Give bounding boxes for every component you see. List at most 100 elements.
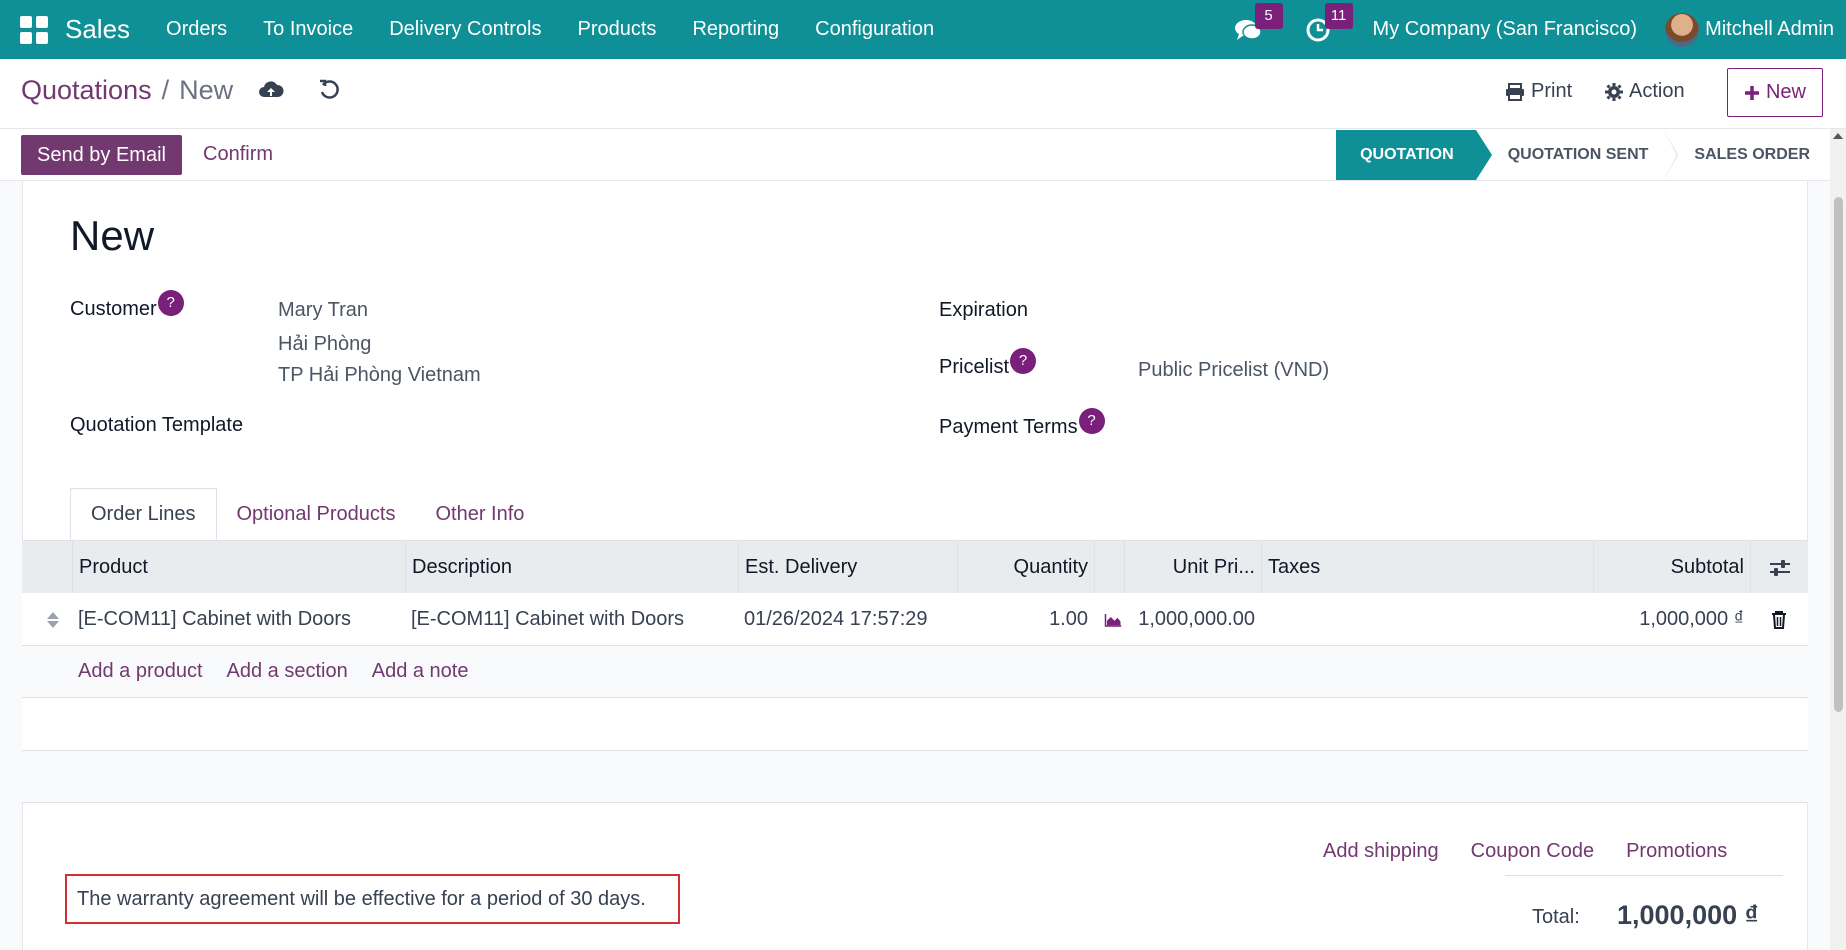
menu-delivery-controls[interactable]: Delivery Controls: [371, 18, 559, 41]
customer-name[interactable]: Mary Tran: [278, 299, 368, 322]
column-quantity[interactable]: Quantity: [957, 541, 1094, 594]
new-label: New: [1765, 81, 1806, 103]
menu-to-invoice[interactable]: To Invoice: [245, 18, 371, 41]
row-taxes[interactable]: [1261, 593, 1593, 646]
customer-label: Customer?: [70, 290, 184, 324]
row-quantity[interactable]: 1.00: [957, 593, 1094, 646]
scrollbar-thumb[interactable]: [1834, 197, 1843, 712]
breadcrumb-quotations[interactable]: Quotations: [21, 75, 152, 106]
apps-grid-icon[interactable]: [20, 15, 48, 44]
tab-other-info[interactable]: Other Info: [415, 488, 544, 540]
total-divider: [1505, 875, 1783, 876]
scroll-up-arrow-icon[interactable]: [1833, 133, 1843, 139]
menu-orders[interactable]: Orders: [148, 18, 245, 41]
customer-help-icon[interactable]: ?: [157, 290, 184, 316]
pricelist-label-text: Pricelist: [939, 356, 1010, 378]
discard-button[interactable]: [318, 79, 340, 107]
main-menu: Orders To Invoice Delivery Controls Prod…: [148, 18, 952, 41]
add-product-link[interactable]: Add a product: [78, 660, 203, 683]
save-button[interactable]: [258, 79, 284, 107]
payment-terms-label: Payment Terms?: [939, 408, 1105, 442]
notebook-tabs: Order Lines Optional Products Other Info: [70, 488, 544, 540]
top-navbar: Sales Orders To Invoice Delivery Control…: [0, 0, 1846, 59]
promotions-button[interactable]: Promotions: [1626, 840, 1727, 863]
print-label: Print: [1531, 80, 1573, 102]
stage-quotation-label: QUOTATION: [1360, 146, 1454, 163]
terms-note[interactable]: The warranty agreement will be effective…: [65, 874, 680, 924]
stage-quotation-sent[interactable]: QUOTATION SENT: [1475, 130, 1679, 180]
menu-products[interactable]: Products: [560, 18, 675, 41]
breadcrumb: Quotations / New: [21, 75, 233, 106]
total-label: Total:: [1532, 906, 1580, 928]
column-subtotal[interactable]: Subtotal: [1593, 541, 1750, 594]
menu-configuration[interactable]: Configuration: [797, 18, 952, 41]
stage-quotation-sent-label: QUOTATION SENT: [1507, 146, 1649, 163]
payment-terms-label-text: Payment Terms: [939, 416, 1078, 438]
activities-badge: 11: [1324, 2, 1353, 29]
delete-row-button[interactable]: [1750, 593, 1808, 646]
drag-handle[interactable]: [40, 593, 70, 646]
user-menu[interactable]: Mitchell Admin: [1705, 18, 1834, 41]
table-row[interactable]: [E-COM11] Cabinet with Doors [E-COM11] C…: [22, 593, 1808, 646]
empty-row: [22, 699, 1808, 751]
action-label: Action: [1629, 80, 1685, 102]
row-est-delivery[interactable]: 01/26/2024 17:57:29: [738, 593, 957, 646]
print-icon: [1506, 82, 1524, 101]
avatar[interactable]: [1665, 12, 1700, 47]
column-taxes[interactable]: Taxes: [1261, 541, 1593, 594]
customer-address-line-2: TP Hải Phòng Vietnam: [278, 364, 481, 386]
quotation-template-label: Quotation Template: [70, 414, 244, 436]
messages-button[interactable]: 5: [1233, 2, 1283, 45]
promotion-links: Add shipping Coupon Code Promotions: [1323, 840, 1727, 863]
column-unit-price[interactable]: Unit Pri...: [1124, 541, 1261, 594]
cloud-upload-icon: [259, 81, 284, 97]
total-amount: 1,000,000 ₫: [1617, 900, 1759, 930]
order-lines-header: Product Description Est. Delivery Quanti…: [22, 540, 1808, 594]
tab-order-lines[interactable]: Order Lines: [70, 488, 217, 540]
tab-optional-products[interactable]: Optional Products: [217, 488, 416, 540]
column-settings-icon: [1769, 559, 1790, 576]
menu-reporting[interactable]: Reporting: [674, 18, 797, 41]
undo-icon: [320, 79, 339, 99]
add-section-link[interactable]: Add a section: [227, 660, 348, 683]
pricelist-help-icon[interactable]: ?: [1010, 348, 1037, 374]
stage-pipeline: QUOTATION QUOTATION SENT SALES ORDER: [1336, 130, 1830, 180]
messages-badge: 5: [1254, 2, 1283, 29]
column-est-delivery[interactable]: Est. Delivery: [738, 541, 957, 594]
action-button[interactable]: Action: [1605, 80, 1685, 103]
coupon-code-button[interactable]: Coupon Code: [1471, 840, 1594, 863]
column-description[interactable]: Description: [405, 541, 738, 594]
row-subtotal: 1,000,000 ₫: [1639, 608, 1744, 630]
payment-terms-help-icon[interactable]: ?: [1078, 408, 1105, 434]
pricelist-field[interactable]: Public Pricelist (VND): [1138, 359, 1329, 382]
app-name[interactable]: Sales: [65, 14, 130, 45]
company-switcher[interactable]: My Company (San Francisco): [1373, 18, 1638, 41]
row-product[interactable]: [E-COM11] Cabinet with Doors: [72, 593, 405, 646]
drag-handle-icon: [47, 611, 59, 628]
stage-divider-inner: [1664, 130, 1678, 180]
row-description[interactable]: [E-COM11] Cabinet with Doors: [405, 593, 738, 646]
stage-quotation[interactable]: QUOTATION: [1336, 130, 1492, 180]
add-note-link[interactable]: Add a note: [372, 660, 469, 683]
add-line-links: Add a product Add a section Add a note: [78, 660, 468, 683]
status-bar: Send by Email Confirm QUOTATION QUOTATIO…: [0, 129, 1830, 181]
print-button[interactable]: Print: [1505, 80, 1572, 103]
column-product[interactable]: Product: [72, 541, 405, 594]
send-by-email-button[interactable]: Send by Email: [21, 135, 182, 175]
activities-button[interactable]: 11: [1303, 2, 1353, 45]
confirm-button[interactable]: Confirm: [203, 143, 273, 166]
customer-address-line-1: Hải Phòng: [278, 333, 372, 355]
customer-label-text: Customer: [70, 298, 157, 320]
breadcrumb-separator: /: [161, 75, 170, 105]
forecast-column-header: [1094, 541, 1124, 594]
stage-sales-order[interactable]: SALES ORDER: [1664, 130, 1830, 180]
trash-icon: [1772, 610, 1786, 629]
expiration-label: Expiration: [939, 299, 1028, 321]
add-shipping-button[interactable]: Add shipping: [1323, 840, 1439, 863]
plus-icon: [1744, 85, 1759, 100]
new-button[interactable]: New: [1727, 68, 1823, 117]
empty-row: [22, 751, 1808, 803]
row-unit-price[interactable]: 1,000,000.00: [1124, 593, 1261, 646]
stage-sales-order-label: SALES ORDER: [1694, 146, 1810, 163]
column-settings-button[interactable]: [1750, 541, 1808, 594]
